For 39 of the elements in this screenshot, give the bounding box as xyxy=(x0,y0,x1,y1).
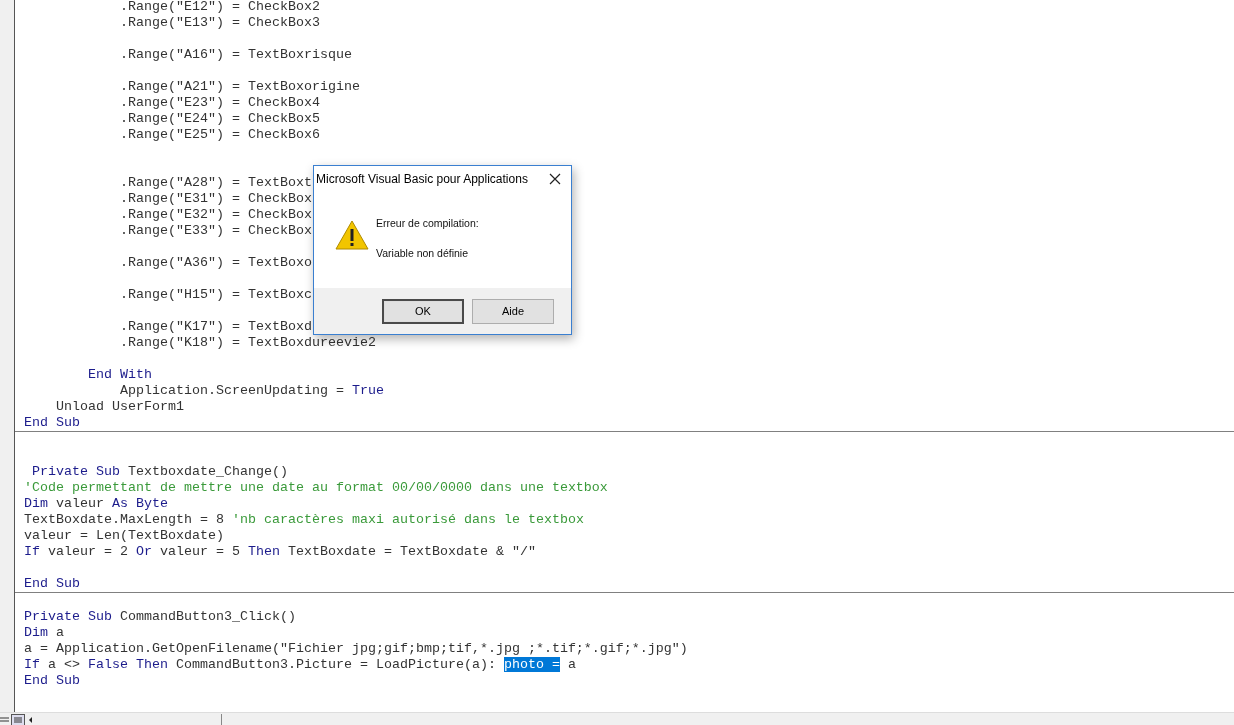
code-line: .Range("E24") = CheckBox5 xyxy=(118,111,320,127)
code-line: .Range("A36") = TextBoxo xyxy=(118,255,312,271)
code-line: End Sub xyxy=(24,415,80,431)
code-line: Application.ScreenUpdating = True xyxy=(118,383,384,399)
code-line: 'Code permettant de mettre une date au format 00/00/0000 dans une textbox xyxy=(24,480,608,496)
code-line: End With xyxy=(87,367,152,383)
code-line: .Range("A28") = TextBoxt xyxy=(118,175,312,191)
code-line: Dim a xyxy=(24,625,64,641)
code-line: If valeur = 2 Or valeur = 5 Then TextBoxdate = TextBoxdate & "/" xyxy=(24,544,536,560)
code-line: .Range("A16") = TextBoxrisque xyxy=(118,47,352,63)
code-line: .Range("K18") = TextBoxdureevie2 xyxy=(118,335,376,351)
code-line: .Range("E25") = CheckBox6 xyxy=(118,127,320,143)
code-line: valeur = Len(TextBoxdate) xyxy=(24,528,224,544)
warning-icon xyxy=(335,220,369,250)
code-line: Private Sub Textboxdate_Change() xyxy=(31,464,288,480)
error-message: Variable non définie xyxy=(376,247,470,259)
code-line: TextBoxdate.MaxLength = 8 'nb caractères maxi autorisé dans le textbox xyxy=(24,512,584,528)
code-line: .Range("A21") = TextBoxorigine xyxy=(118,79,360,95)
code-line: .Range("E12") = CheckBox2 xyxy=(118,0,320,15)
code-line: .Range("K17") = TextBoxd xyxy=(118,319,312,335)
dialog-button[interactable]: OK xyxy=(382,298,464,324)
close-icon[interactable] xyxy=(549,172,561,185)
code-line: End Sub xyxy=(24,576,80,592)
code-line: If a <> False Then CommandButton3.Picture = LoadPicture(a): photo = a xyxy=(24,657,576,673)
module-view-icon[interactable] xyxy=(11,713,25,725)
code-line: .Range("E32") = CheckBox xyxy=(118,207,312,223)
dialog-title: Microsoft Visual Basic pour Applications xyxy=(316,171,528,186)
code-line: Dim valeur As Byte xyxy=(24,496,168,512)
code-line: a = Application.GetOpenFilename("Fichier jpg;gif;bmp;tif,*.jpg ;*.tif;*.gif;*.jpg") xyxy=(24,641,688,657)
code-line: Private Sub CommandButton3_Click() xyxy=(24,609,296,625)
code-line: .Range("E23") = CheckBox4 xyxy=(118,95,320,111)
code-line: .Range("E33") = CheckBox xyxy=(118,223,312,239)
error-heading: Erreur de compilation: xyxy=(376,217,479,229)
code-line: .Range("E13") = CheckBox3 xyxy=(118,15,320,31)
code-line: .Range("H15") = TextBoxc xyxy=(118,287,312,303)
code-line: .Range("E31") = CheckBox xyxy=(118,191,312,207)
dialog-button[interactable]: Aide xyxy=(472,298,554,324)
code-line: End Sub xyxy=(24,673,80,689)
code-line: Unload UserForm1 xyxy=(55,399,184,415)
